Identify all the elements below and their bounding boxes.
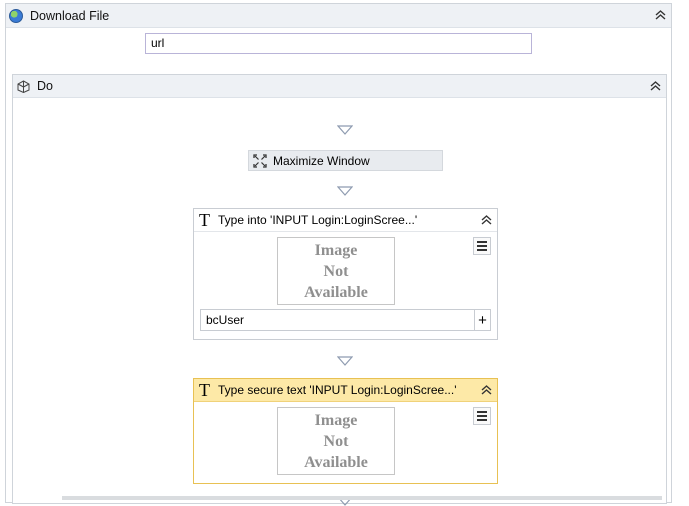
- flow-arrow-icon[interactable]: [337, 186, 353, 196]
- collapse-do-button[interactable]: [648, 79, 662, 93]
- placeholder-line: Not: [323, 432, 349, 450]
- plus-icon: +: [478, 311, 487, 329]
- type-secure-text-title: Type secure text 'INPUT Login:LoginScree…: [218, 383, 457, 397]
- do-header[interactable]: Do: [13, 75, 666, 98]
- horizontal-scrollbar[interactable]: [62, 496, 662, 500]
- text-input[interactable]: bcUser: [200, 309, 475, 331]
- download-file-header[interactable]: Download File: [6, 4, 671, 28]
- text-t-icon: T: [199, 380, 210, 400]
- maximize-window-label: Maximize Window: [273, 153, 370, 168]
- sequence-icon: [17, 79, 30, 93]
- hamburger-icon: [477, 411, 487, 413]
- type-secure-text-header[interactable]: T Type secure text 'INPUT Login:LoginScr…: [194, 379, 497, 402]
- collapse-download-file-button[interactable]: [653, 8, 667, 22]
- maximize-icon: [253, 153, 267, 168]
- collapse-type-into-button[interactable]: [479, 213, 493, 227]
- do-title: Do: [37, 79, 53, 93]
- flow-arrow-icon[interactable]: [337, 356, 353, 366]
- maximize-window-activity[interactable]: Maximize Window: [248, 150, 443, 171]
- type-into-title: Type into 'INPUT Login:LoginScree...': [218, 213, 418, 227]
- double-chevron-up-icon: [481, 215, 491, 225]
- placeholder-line: Image: [314, 241, 358, 259]
- double-chevron-up-icon: [655, 10, 665, 20]
- placeholder-line: Available: [304, 283, 368, 301]
- collapse-type-secure-button[interactable]: [479, 383, 493, 397]
- activity-menu-button[interactable]: [473, 407, 491, 425]
- placeholder-line: Not: [323, 262, 349, 280]
- placeholder-line: Image: [314, 411, 358, 429]
- image-not-available-placeholder: Image Not Available: [277, 237, 395, 305]
- plus-button[interactable]: +: [474, 309, 491, 331]
- double-chevron-up-icon: [481, 385, 491, 395]
- image-not-available-placeholder: Image Not Available: [277, 407, 395, 475]
- download-file-title: Download File: [30, 8, 110, 23]
- double-chevron-up-icon: [650, 81, 660, 91]
- do-sequence[interactable]: Do Maximize Window T Type into 'INPUT Lo…: [12, 74, 667, 506]
- type-into-activity[interactable]: T Type into 'INPUT Login:LoginScree...' …: [193, 208, 498, 340]
- type-into-header[interactable]: T Type into 'INPUT Login:LoginScree...': [194, 209, 497, 232]
- text-t-icon: T: [199, 210, 210, 230]
- activity-menu-button[interactable]: [473, 237, 491, 255]
- placeholder-line: Available: [304, 453, 368, 471]
- globe-icon: [9, 8, 23, 23]
- download-file-activity[interactable]: Download File url Do Maximize Window T T…: [5, 3, 672, 506]
- hamburger-icon: [477, 241, 487, 243]
- url-input[interactable]: url: [145, 33, 532, 54]
- flow-arrow-icon[interactable]: [337, 125, 353, 135]
- type-secure-text-activity[interactable]: T Type secure text 'INPUT Login:LoginScr…: [193, 378, 498, 484]
